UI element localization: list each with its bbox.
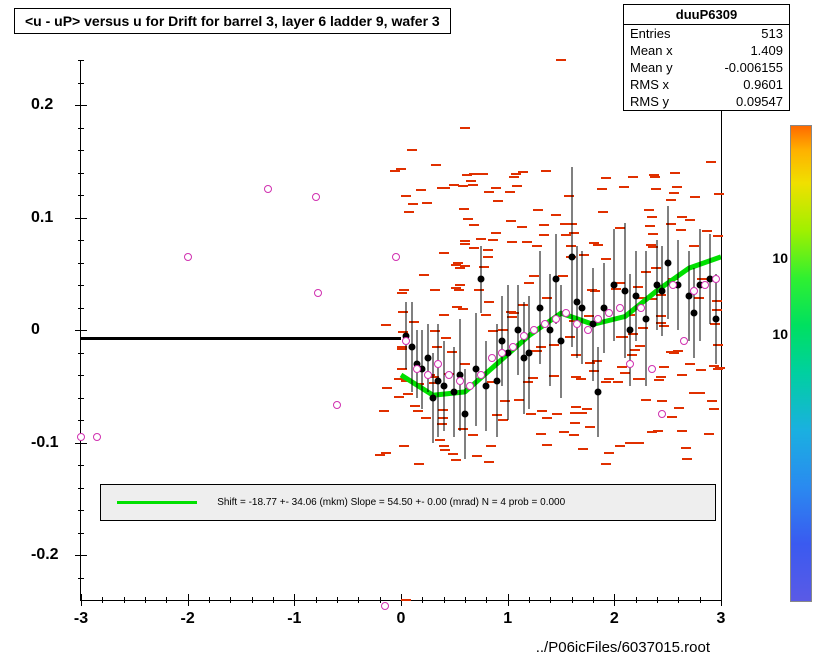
data-point <box>520 355 527 362</box>
data-point <box>408 343 415 350</box>
data-point <box>483 383 490 390</box>
data-point <box>680 337 688 345</box>
data-point <box>494 377 501 384</box>
data-point <box>552 315 560 323</box>
data-point <box>658 410 666 418</box>
y-tick-label: -0.2 <box>31 546 59 564</box>
legend-line-icon <box>117 501 197 504</box>
data-point <box>434 360 442 368</box>
data-point <box>573 320 581 328</box>
data-point <box>626 360 634 368</box>
data-point <box>579 304 586 311</box>
data-point <box>526 349 533 356</box>
y-tick-label: 0 <box>31 321 40 339</box>
data-point <box>712 315 719 322</box>
x-tick-label: -3 <box>74 610 88 628</box>
data-point <box>402 337 410 345</box>
data-point <box>451 388 458 395</box>
colorbar-label: 10 <box>772 250 788 266</box>
stats-row: RMS x0.9601 <box>624 76 789 93</box>
x-tick-label: -1 <box>287 610 301 628</box>
x-tick-label: 1 <box>503 610 512 628</box>
data-point <box>541 320 549 328</box>
data-point <box>424 371 432 379</box>
data-point <box>552 276 559 283</box>
data-point <box>462 411 469 418</box>
data-point <box>530 326 538 334</box>
data-point <box>264 185 272 193</box>
data-point <box>632 293 639 300</box>
data-point <box>669 281 677 289</box>
data-point <box>712 275 720 283</box>
data-point <box>594 315 602 323</box>
data-point <box>509 343 517 351</box>
data-point <box>93 433 101 441</box>
data-point <box>664 259 671 266</box>
data-point <box>637 304 645 312</box>
data-point <box>584 326 592 334</box>
data-point <box>568 253 575 260</box>
colorbar <box>790 125 812 602</box>
x-tick-label: -2 <box>181 610 195 628</box>
stats-row: Mean x1.409 <box>624 42 789 59</box>
x-tick-label: 0 <box>397 610 406 628</box>
y-tick-label: 0.2 <box>31 96 53 114</box>
data-point <box>611 282 618 289</box>
data-point <box>314 289 322 297</box>
data-point <box>77 433 85 441</box>
y-tick-label: 0.1 <box>31 209 53 227</box>
data-point <box>622 287 629 294</box>
stats-row: Entries513 <box>624 25 789 42</box>
data-point <box>312 193 320 201</box>
data-point <box>392 253 400 261</box>
data-point <box>430 394 437 401</box>
stats-row: RMS y0.09547 <box>624 93 789 110</box>
legend-text: Shift = -18.77 +- 34.06 (mkm) Slope = 54… <box>217 497 565 508</box>
data-point <box>381 602 389 610</box>
fit-legend: Shift = -18.77 +- 34.06 (mkm) Slope = 54… <box>100 484 716 521</box>
stats-box: duuP6309 Entries513Mean x1.409Mean y-0.0… <box>623 4 790 111</box>
data-point <box>605 309 613 317</box>
data-point <box>659 287 666 294</box>
data-point <box>562 309 570 317</box>
data-point <box>333 401 341 409</box>
data-point <box>478 276 485 283</box>
data-point <box>498 349 506 357</box>
file-caption: ../P06icFiles/6037015.root <box>536 639 710 656</box>
data-point <box>184 253 192 261</box>
stats-row: Mean y-0.006155 <box>624 59 789 76</box>
data-point <box>499 338 506 345</box>
data-point <box>643 315 650 322</box>
x-tick-label: 3 <box>717 610 726 628</box>
data-point <box>424 355 431 362</box>
data-point <box>413 365 421 373</box>
data-point <box>627 327 634 334</box>
data-point <box>691 310 698 317</box>
plot-title: <u - uP> versus u for Drift for barrel 3… <box>14 8 451 34</box>
data-point <box>547 327 554 334</box>
stats-name: duuP6309 <box>624 5 789 25</box>
data-point <box>616 304 624 312</box>
data-point <box>445 371 453 379</box>
data-point <box>456 377 464 385</box>
data-point <box>466 382 474 390</box>
plot-area: -3-2-10123-0.2-0.100.10.2Shift = -18.77 … <box>80 60 722 601</box>
data-point <box>440 383 447 390</box>
data-point <box>701 281 709 289</box>
data-point <box>595 388 602 395</box>
data-point <box>488 354 496 362</box>
colorbar-label: 10 <box>772 326 788 342</box>
data-point <box>477 371 485 379</box>
data-point <box>648 365 656 373</box>
data-point <box>520 332 528 340</box>
x-tick-label: 2 <box>610 610 619 628</box>
data-point <box>536 304 543 311</box>
data-point <box>690 287 698 295</box>
y-tick-label: -0.1 <box>31 434 59 452</box>
data-point <box>558 338 565 345</box>
